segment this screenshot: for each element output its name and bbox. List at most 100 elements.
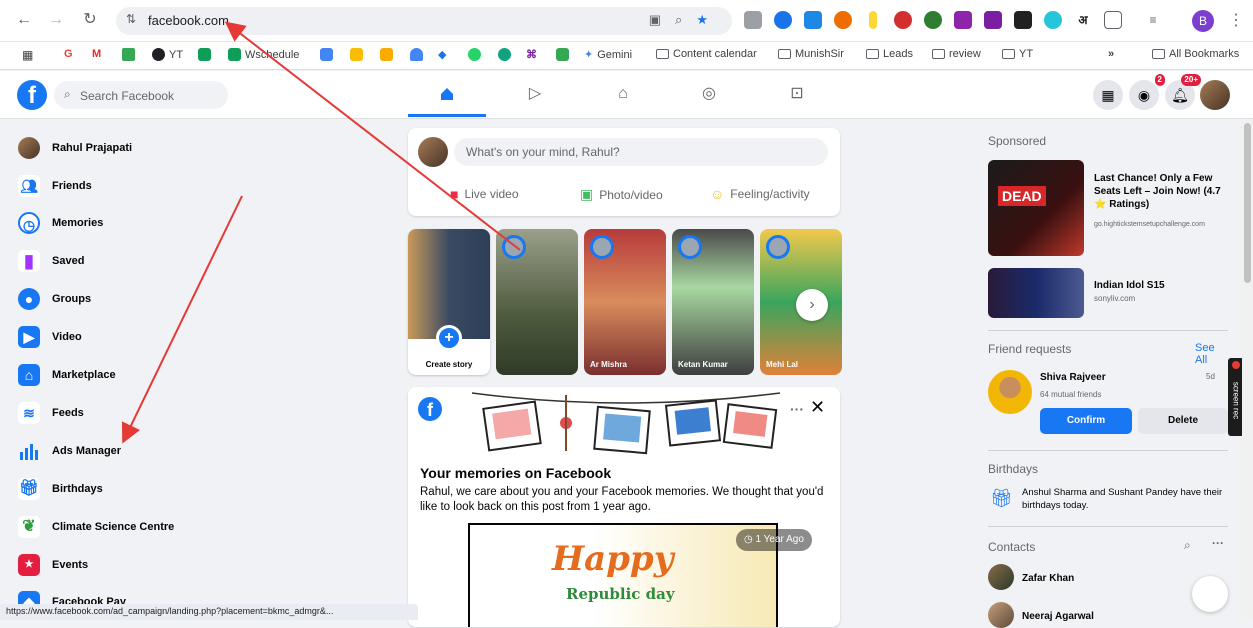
sidebar-item-video[interactable]: ▶ Video: [18, 321, 82, 353]
sidebar-item-profile[interactable]: Rahul Prajapati: [18, 132, 132, 164]
scrollbar-thumb[interactable]: [1244, 123, 1251, 283]
whatsapp-icon[interactable]: [468, 48, 481, 61]
sidebar-item-birthdays[interactable]: 🎁︎ Birthdays: [18, 473, 103, 505]
browser-profile-avatar[interactable]: B: [1192, 10, 1214, 32]
bookmark-content-calendar[interactable]: Content calendar: [656, 48, 757, 60]
omnibox-actions[interactable]: ▣⌕★: [649, 12, 722, 28]
sidebar-item-climate[interactable]: ❦ Climate Science Centre: [18, 511, 174, 543]
sidebar-item-saved[interactable]: ▮ Saved: [18, 245, 84, 277]
facebook-search[interactable]: ⌕ Search Facebook: [54, 81, 228, 109]
bookmark-leads[interactable]: Leads: [866, 48, 913, 60]
reload-icon[interactable]: ↻: [80, 10, 100, 30]
extension-icon[interactable]: अ: [1074, 11, 1092, 29]
reading-list-icon[interactable]: ≡: [1144, 11, 1162, 29]
google-icon[interactable]: G: [64, 48, 73, 60]
sheets-icon[interactable]: [198, 48, 211, 61]
bookmarks-overflow[interactable]: »: [1108, 48, 1114, 60]
site-settings-icon[interactable]: ⇅: [126, 12, 136, 26]
feeling-activity-button[interactable]: ☺ Feeling/activity: [710, 186, 810, 202]
extension-icon[interactable]: [924, 11, 942, 29]
tab-gaming[interactable]: ⊡: [758, 71, 836, 117]
avatar[interactable]: [988, 370, 1032, 414]
close-icon[interactable]: ✕: [810, 397, 825, 418]
live-video-button[interactable]: ■ Live video: [450, 186, 519, 202]
request-name[interactable]: Shiva Rajveer: [1040, 372, 1106, 383]
ads-icon[interactable]: [410, 48, 423, 61]
forward-icon[interactable]: →: [46, 10, 66, 30]
bookmark-gemini[interactable]: ✦ Gemini: [584, 48, 632, 62]
extensions-puzzle-icon[interactable]: [1104, 11, 1122, 29]
stories-next-button[interactable]: ›: [796, 289, 828, 321]
back-icon[interactable]: ←: [14, 10, 34, 30]
story-card[interactable]: Ketan Kumar: [672, 229, 754, 375]
whats-on-your-mind-input[interactable]: What's on your mind, Rahul?: [454, 138, 828, 166]
bookmark-review[interactable]: review: [932, 48, 981, 60]
bookmark-star-icon[interactable]: ★: [696, 12, 722, 27]
apps-icon[interactable]: ▦: [22, 48, 33, 62]
extension-icon[interactable]: [954, 11, 972, 29]
messenger-button[interactable]: ◉ 2: [1129, 74, 1165, 110]
tab-video[interactable]: ▷: [496, 71, 574, 117]
tab-groups[interactable]: ◎: [670, 71, 748, 117]
extension-icon[interactable]: [984, 11, 1002, 29]
ad-image[interactable]: [988, 268, 1084, 318]
sidebar-item-friends[interactable]: 👥︎ Friends: [18, 170, 92, 202]
ad-title[interactable]: Last Chance! Only a Few Seats Left – Joi…: [1094, 172, 1228, 211]
sidebar-item-memories[interactable]: ◷ Memories: [18, 207, 103, 239]
keep-icon[interactable]: [380, 48, 393, 61]
contact-name[interactable]: Neeraj Agarwal: [1022, 611, 1094, 622]
extension-icon[interactable]: [1044, 11, 1062, 29]
menu-grid-button[interactable]: ▦: [1093, 80, 1123, 110]
ad-title[interactable]: Indian Idol S15: [1094, 280, 1165, 291]
avatar[interactable]: [988, 602, 1014, 628]
confirm-button[interactable]: Confirm: [1040, 408, 1132, 434]
new-message-button[interactable]: [1192, 576, 1228, 612]
page-scrollbar[interactable]: [1242, 119, 1253, 620]
avatar[interactable]: [988, 564, 1014, 590]
more-options-icon[interactable]: ···: [790, 401, 804, 417]
address-bar[interactable]: ⇅ facebook.com ▣⌕★: [116, 7, 732, 35]
diamond-icon[interactable]: ◆: [438, 48, 446, 61]
extension-icon[interactable]: [869, 11, 877, 29]
ad-image[interactable]: DEAD: [988, 160, 1084, 256]
figma-icon[interactable]: ⌘: [526, 48, 537, 61]
extension-icon[interactable]: [804, 11, 822, 29]
extension-icon[interactable]: [774, 11, 792, 29]
contact-name[interactable]: Zafar Khan: [1022, 573, 1074, 584]
classroom-icon[interactable]: [556, 48, 569, 61]
sidebar-item-feeds[interactable]: ≋ Feeds: [18, 397, 84, 429]
sidebar-item-marketplace[interactable]: ⌂ Marketplace: [18, 359, 116, 391]
account-avatar[interactable]: [1200, 80, 1230, 110]
extension-icon[interactable]: [894, 11, 912, 29]
all-bookmarks[interactable]: All Bookmarks: [1152, 48, 1239, 60]
bookmark-munishsir[interactable]: MunishSir: [778, 48, 844, 60]
extension-icon[interactable]: [834, 11, 852, 29]
browser-menu-icon[interactable]: ⋮: [1228, 10, 1244, 30]
sidebar-item-ads-manager[interactable]: Ads Manager: [18, 435, 121, 467]
drive-icon[interactable]: [122, 48, 135, 61]
see-all-link[interactable]: See All: [1195, 342, 1228, 366]
docs-icon[interactable]: [320, 48, 333, 61]
notifications-button[interactable]: 🔔︎ 20+: [1165, 74, 1201, 110]
sidebar-item-groups[interactable]: ● Groups: [18, 283, 91, 315]
sidebar-item-events[interactable]: ★ Events: [18, 549, 88, 581]
slides-icon[interactable]: [350, 48, 363, 61]
extension-icon[interactable]: [744, 11, 762, 29]
facebook-logo[interactable]: f: [17, 80, 47, 110]
extension-icon[interactable]: [1014, 11, 1032, 29]
story-card[interactable]: [496, 229, 578, 375]
gmail-icon[interactable]: M: [92, 48, 101, 60]
tab-marketplace[interactable]: ⌂: [584, 71, 662, 117]
birthday-text[interactable]: Anshul Sharma and Sushant Pandey have th…: [1022, 486, 1228, 512]
photo-video-button[interactable]: ▣ Photo/video: [580, 186, 663, 203]
memory-post-image[interactable]: Happy Republic day: [468, 523, 778, 627]
delete-button[interactable]: Delete: [1138, 408, 1228, 434]
more-options-icon[interactable]: ···: [1212, 536, 1224, 550]
bookmark-yt-folder[interactable]: YT: [1002, 48, 1033, 60]
tab-home[interactable]: [408, 71, 486, 117]
bookmark-yt[interactable]: YT: [152, 48, 183, 61]
create-story-card[interactable]: + Create story: [408, 229, 490, 375]
search-icon[interactable]: ⌕: [1184, 538, 1191, 553]
story-card[interactable]: Ar Mishra: [584, 229, 666, 375]
bookmark-wschedule[interactable]: Wschedule: [228, 48, 299, 61]
